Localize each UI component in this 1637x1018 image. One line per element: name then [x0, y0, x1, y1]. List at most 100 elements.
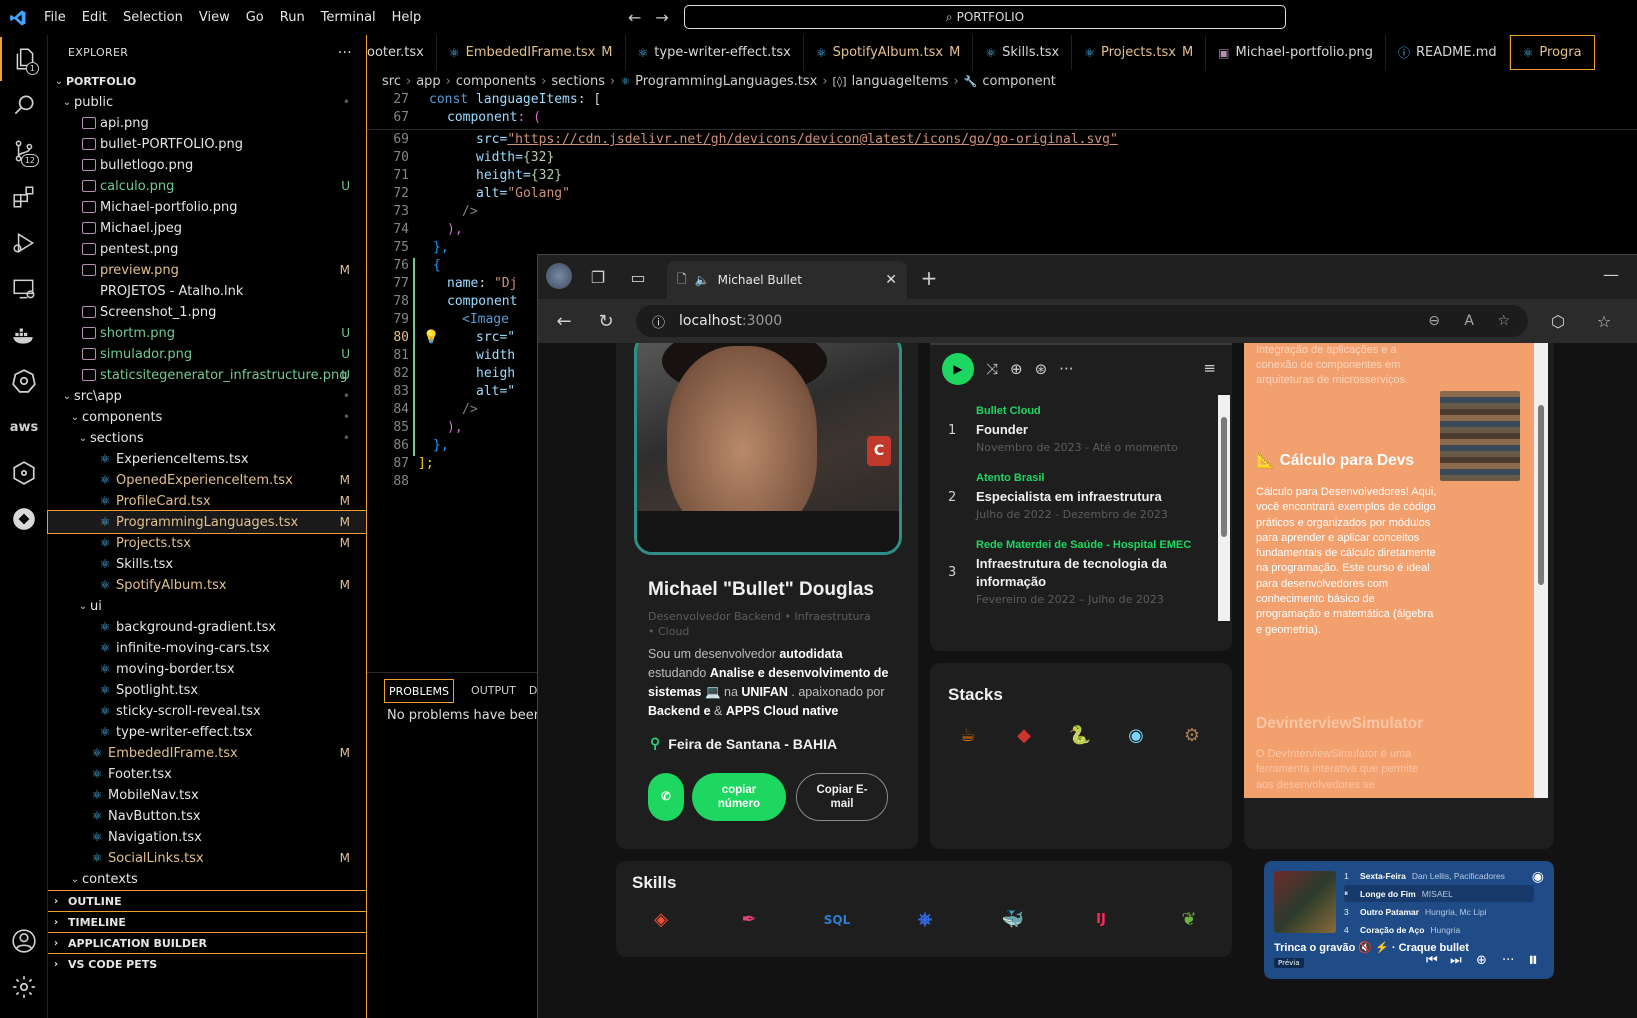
tree-file[interactable]: ⚛ moving-border.tsx	[48, 658, 366, 680]
aws-icon[interactable]: aws	[0, 405, 48, 449]
command-center-search[interactable]: ⌕ PORTFOLIO	[684, 5, 1286, 29]
menu-edit[interactable]: Edit	[74, 0, 115, 35]
refresh-icon[interactable]: ↻	[594, 309, 618, 333]
run-debug-icon[interactable]	[0, 221, 48, 265]
tree-folder[interactable]: ⌄ components •	[48, 406, 366, 428]
address-bar[interactable]: ⓘ localhost:3000 ⊖ A ☆	[636, 305, 1528, 337]
docker-icon[interactable]	[0, 313, 48, 357]
source-control-icon[interactable]: 12	[0, 129, 48, 173]
git-icon[interactable]: ◈	[646, 909, 676, 930]
tree-file[interactable]: staticsitegenerator_infrastructure.png U	[48, 364, 366, 386]
extensions-icon[interactable]	[0, 175, 48, 219]
tree-file[interactable]: ⚛ Navigation.tsx	[48, 826, 366, 848]
tree-file[interactable]: ⚛ sticky-scroll-reveal.tsx	[48, 700, 366, 722]
more-options-icon[interactable]: ···	[1502, 953, 1514, 968]
breadcrumb-item[interactable]: languageItems	[852, 74, 949, 89]
python-icon[interactable]: 🐍	[1069, 725, 1091, 746]
menu-view[interactable]: View	[191, 0, 238, 35]
breadcrumb-item[interactable]: component	[982, 74, 1056, 89]
menu-file[interactable]: File	[36, 0, 74, 35]
tree-file[interactable]: ⚛ Skills.tsx	[48, 553, 366, 575]
more-actions-icon[interactable]: ···	[338, 45, 352, 61]
settings-gear-icon[interactable]	[0, 965, 48, 1009]
experience-item[interactable]: 1 Bullet Cloud Founder Novembro de 2023 - A…	[948, 405, 1208, 467]
tree-file[interactable]: calculo.png U	[48, 175, 366, 197]
spotify-track-row[interactable]: 1 Sexta-Feira Dan Lellis, Pacificadores	[1344, 867, 1534, 884]
play-icon[interactable]: ▶	[942, 353, 974, 385]
experience-item[interactable]: 3 Rede Materdei de Saúde - Hospital EMEC I…	[948, 539, 1208, 606]
profile-avatar[interactable]	[546, 263, 572, 289]
tab-problems[interactable]: PROBLEMS	[384, 678, 455, 703]
search-activity-icon[interactable]	[0, 83, 48, 127]
account-icon[interactable]	[0, 919, 48, 963]
tree-file[interactable]: ⚛ ExperienceItems.tsx	[48, 448, 366, 470]
tree-file[interactable]: preview.png M	[48, 259, 366, 281]
tree-file[interactable]: ⚛ NavButton.tsx	[48, 805, 366, 827]
menu-selection[interactable]: Selection	[115, 0, 191, 35]
copy-email-button[interactable]: Copiar E-mail	[796, 773, 888, 821]
tree-file[interactable]: ⚛ infinite-moving-cars.tsx	[48, 637, 366, 659]
shuffle-icon[interactable]: ⤨	[986, 360, 998, 378]
spotify-track-row[interactable]: 3 Outro Patamar Hungria, Mc Lipi	[1344, 903, 1534, 920]
next-track-icon[interactable]: ⏭	[1450, 953, 1462, 968]
remote-tunnel-icon[interactable]	[0, 497, 48, 541]
kubernetes-skill-icon[interactable]: ⎈	[910, 909, 940, 930]
section-timeline[interactable]: › TIMELINE	[48, 911, 366, 932]
breadcrumb-item[interactable]: ProgrammingLanguages.tsx	[635, 74, 817, 89]
tree-file[interactable]: ⚛ OpenedExperienceItem.tsx M	[48, 469, 366, 491]
menu-go[interactable]: Go	[238, 0, 272, 35]
tree-folder[interactable]: ⌄ ui	[48, 595, 366, 617]
tree-file[interactable]: simulador.png U	[48, 343, 366, 365]
editor-tab[interactable]: ⚛ type-writer-effect.tsx	[626, 35, 804, 70]
menu-run[interactable]: Run	[272, 0, 313, 35]
more-dots-icon[interactable]: ···	[1059, 360, 1073, 378]
section-vscode-pets[interactable]: › VS CODE PETS	[48, 953, 366, 974]
menu-help[interactable]: Help	[384, 0, 430, 35]
tree-file[interactable]: ⚛ background-gradient.tsx	[48, 616, 366, 638]
read-aloud-icon[interactable]: A	[1464, 313, 1474, 329]
breadcrumb-item[interactable]: components	[456, 74, 536, 89]
tree-file[interactable]: ⚛ Footer.tsx	[48, 763, 366, 785]
breadcrumb-item[interactable]: sections	[551, 74, 605, 89]
extensions-puzzle-icon[interactable]: ⬡	[1546, 309, 1570, 333]
editor-tab[interactable]: ⚛ Projects.tsx M	[1072, 35, 1207, 70]
favorite-star-icon[interactable]: ☆	[1497, 313, 1510, 329]
pause-icon[interactable]: ⏸	[1528, 947, 1538, 971]
kubernetes-icon[interactable]	[0, 359, 48, 403]
tree-file[interactable]: bulletlogo.png	[48, 154, 366, 176]
new-tab-icon[interactable]: +	[916, 265, 942, 291]
experience-item[interactable]: 2 Atento Brasil Especialista em infraestru…	[948, 472, 1208, 534]
feather-icon[interactable]: ✒	[734, 909, 764, 930]
back-arrow-icon[interactable]: ←	[628, 8, 641, 27]
favorites-icon[interactable]: ☆	[1592, 309, 1616, 333]
root-folder[interactable]: ⌄ PORTFOLIO	[48, 70, 366, 92]
menu-terminal[interactable]: Terminal	[313, 0, 384, 35]
gitlens-icon[interactable]	[0, 451, 48, 495]
tree-file[interactable]: ⚛ type-writer-effect.tsx	[48, 721, 366, 743]
tree-folder[interactable]: ⌄ sections •	[48, 427, 366, 449]
browser-tab-active[interactable]: 🗋 🔈 Michael Bullet ✕	[667, 261, 907, 299]
tree-file[interactable]: ⚛ EmbededIFrame.tsx M	[48, 742, 366, 764]
go-icon[interactable]: ◉	[1126, 725, 1146, 746]
editor-tab[interactable]: ⚛ Progra	[1509, 35, 1595, 70]
lightbulb-icon[interactable]: 💡	[423, 330, 439, 345]
workspaces-icon[interactable]: ❐	[586, 265, 610, 289]
speaker-icon[interactable]: 🔈	[695, 273, 710, 287]
sql-icon[interactable]: SQL	[822, 913, 852, 927]
back-icon[interactable]: ←	[552, 309, 576, 333]
editor-tab[interactable]: ▣ Michael-portfolio.png	[1206, 35, 1386, 70]
info-icon[interactable]: ⓘ	[652, 312, 665, 331]
spotify-track-row[interactable]: 4 Coração de Aço Hungria	[1344, 921, 1534, 938]
download-icon[interactable]: ⊛	[1035, 360, 1048, 378]
docker-skill-icon[interactable]: 🐳	[998, 909, 1028, 930]
editor-tab[interactable]: ⚛ SpotifyAlbum.tsx M	[804, 35, 974, 70]
section-outline[interactable]: › OUTLINE	[48, 890, 366, 911]
close-tab-icon[interactable]: ✕	[885, 272, 897, 288]
tree-file[interactable]: ⚛ Spotlight.tsx	[48, 679, 366, 701]
tree-folder[interactable]: ⌄ public •	[48, 91, 366, 113]
spring-icon[interactable]: ❦	[1174, 909, 1204, 930]
previous-track-icon[interactable]: ⏮	[1426, 953, 1438, 968]
tree-folder[interactable]: ⌄ contexts	[48, 868, 366, 890]
tree-file[interactable]: PROJETOS - Atalho.lnk	[48, 280, 366, 302]
tab-output[interactable]: OUTPUT	[468, 679, 526, 703]
